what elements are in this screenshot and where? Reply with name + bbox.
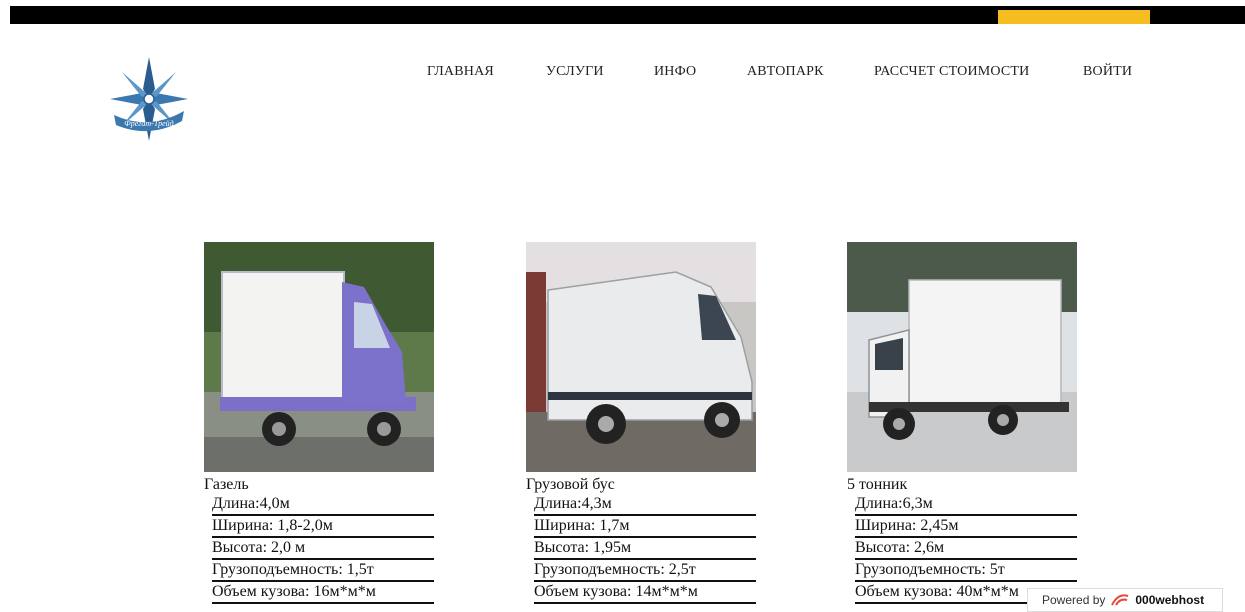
spec-payload: Грузоподъемность: 1,5т	[212, 560, 434, 582]
nav-info[interactable]: ИНФО	[654, 64, 696, 80]
nav-home[interactable]: ГЛАВНАЯ	[427, 64, 494, 80]
vehicle-photo[interactable]	[526, 242, 756, 472]
compass-star-logo-icon: Фрегат-Трейд	[110, 57, 188, 141]
badge-brand: 000webhost	[1135, 593, 1205, 607]
powered-by-badge[interactable]: Powered by 000webhost	[1027, 588, 1223, 612]
nav-login[interactable]: ВОЙТИ	[1083, 64, 1132, 80]
spec-payload: Грузоподъемность: 2,5т	[534, 560, 756, 582]
spec-length: Длина:4,3м	[534, 494, 756, 516]
spec-height: Высота: 1,95м	[534, 538, 756, 560]
spec-volume: Объем кузова: 14м*м*м	[534, 582, 756, 604]
vehicle-name: 5 тонник	[847, 476, 908, 493]
spec-length: Длина:6,3м	[855, 494, 1077, 516]
accent-bar	[998, 10, 1150, 24]
spec-height: Высота: 2,0 м	[212, 538, 434, 560]
nav-cost-calculation[interactable]: РАССЧЕТ СТОИМОСТИ	[874, 64, 1030, 80]
badge-prefix: Powered by	[1042, 593, 1106, 607]
spec-length: Длина:4,0м	[212, 494, 434, 516]
vehicle-name: Грузовой бус	[526, 476, 615, 493]
spec-volume: Объем кузова: 16м*м*м	[212, 582, 434, 604]
vehicle-card-cargo-van: Грузовой бус Длина:4,3м Ширина: 1,7м Выс…	[526, 242, 756, 604]
spec-height: Высота: 2,6м	[855, 538, 1077, 560]
vehicle-card-gazel: Газель Длина:4,0м Ширина: 1,8-2,0м Высот…	[204, 242, 434, 604]
spec-width: Ширина: 1,7м	[534, 516, 756, 538]
spec-width: Ширина: 2,45м	[855, 516, 1077, 538]
vehicle-photo[interactable]	[204, 242, 434, 472]
vehicle-card-5-ton-truck: 5 тонник Длина:6,3м Ширина: 2,45м Высота…	[847, 242, 1077, 604]
vehicle-photo[interactable]	[847, 242, 1077, 472]
spec-width: Ширина: 1,8-2,0м	[212, 516, 434, 538]
nav-fleet[interactable]: АВТОПАРК	[747, 64, 824, 80]
site-logo[interactable]: Фрегат-Трейд	[108, 55, 190, 143]
webhost-logo-icon	[1111, 594, 1129, 606]
vehicle-name: Газель	[204, 476, 249, 493]
svg-text:Фрегат-Трейд: Фрегат-Трейд	[124, 119, 173, 128]
spec-payload: Грузоподъемность: 5т	[855, 560, 1077, 582]
nav-services[interactable]: УСЛУГИ	[546, 64, 604, 80]
